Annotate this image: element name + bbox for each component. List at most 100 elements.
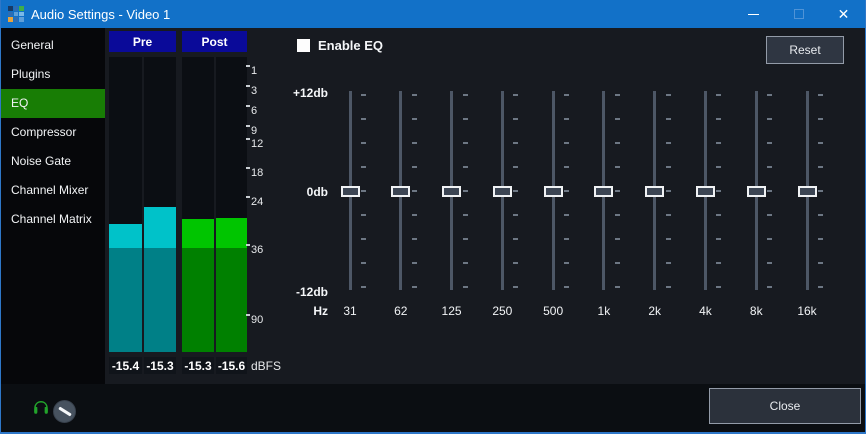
scale-tick-icon xyxy=(246,65,250,67)
maximize-icon xyxy=(794,9,804,19)
eq-slider-tick xyxy=(361,238,366,240)
app-logo-icon xyxy=(8,6,24,22)
scale-tick-icon xyxy=(246,138,250,140)
app-logo-tile xyxy=(14,17,19,22)
eq-slider-tick xyxy=(564,190,569,192)
headphone-volume-knob[interactable] xyxy=(53,400,76,423)
eq-slider-handle-125[interactable] xyxy=(442,186,461,197)
eq-slider-tick xyxy=(412,94,417,96)
meter-scale-mark-36: 36 xyxy=(246,243,263,256)
minimize-button[interactable] xyxy=(731,0,776,28)
meter-bar-dark-segment xyxy=(109,248,142,352)
meter-bar-bright-segment xyxy=(216,218,247,248)
eq-slider-handle-31[interactable] xyxy=(341,186,360,197)
scale-number: 6 xyxy=(251,106,257,117)
eq-slider-tick xyxy=(361,286,366,288)
eq-slider-tick xyxy=(564,286,569,288)
meter-scale-mark-1: 1 xyxy=(246,64,257,77)
eq-slider-tick xyxy=(564,94,569,96)
meter-peak-value: -15.3 xyxy=(182,357,214,374)
level-meter-pre-ch1 xyxy=(109,57,142,352)
eq-slider-tick xyxy=(615,118,620,120)
sidebar-item-plugins[interactable]: Plugins xyxy=(1,60,105,89)
eq-slider-tick xyxy=(767,118,772,120)
eq-slider-tick xyxy=(513,238,518,240)
eq-slider-handle-250[interactable] xyxy=(493,186,512,197)
eq-slider-tick xyxy=(615,286,620,288)
eq-slider-tick xyxy=(361,94,366,96)
eq-slider-tick xyxy=(412,166,417,168)
eq-slider-tick xyxy=(767,94,772,96)
eq-slider-tick xyxy=(818,94,823,96)
eq-slider-tick xyxy=(818,214,823,216)
eq-slider-handle-2k[interactable] xyxy=(645,186,664,197)
eq-slider-handle-16k[interactable] xyxy=(798,186,817,197)
eq-slider-tick xyxy=(361,142,366,144)
scale-number: 24 xyxy=(251,197,263,208)
eq-slider-tick xyxy=(564,142,569,144)
eq-freq-unit-label: Hz xyxy=(238,305,328,317)
eq-freq-label-2k: 2k xyxy=(633,305,677,317)
sidebar-item-eq[interactable]: EQ xyxy=(1,89,105,118)
eq-slider-tick xyxy=(666,190,671,192)
eq-slider-tick xyxy=(666,118,671,120)
eq-slider-handle-1k[interactable] xyxy=(594,186,613,197)
eq-slider-tick xyxy=(615,214,620,216)
eq-slider-tick xyxy=(767,142,772,144)
app-logo-tile xyxy=(19,12,24,17)
sidebar-item-noise-gate[interactable]: Noise Gate xyxy=(1,147,105,176)
eq-slider-tick xyxy=(666,94,671,96)
app-logo-tile xyxy=(8,17,13,22)
eq-slider-tick xyxy=(463,214,468,216)
eq-slider-tick xyxy=(412,190,417,192)
eq-slider-tick xyxy=(513,94,518,96)
eq-slider-tick xyxy=(716,286,721,288)
meter-bar-bright-segment xyxy=(182,219,214,248)
headphones-icon[interactable] xyxy=(32,398,50,419)
eq-freq-label-4k: 4k xyxy=(683,305,727,317)
eq-freq-label-1k: 1k xyxy=(582,305,626,317)
eq-slider-tick xyxy=(818,286,823,288)
eq-slider-tick xyxy=(666,238,671,240)
eq-slider-tick xyxy=(463,238,468,240)
eq-slider-tick xyxy=(412,142,417,144)
eq-slider-tick xyxy=(767,166,772,168)
eq-slider-tick xyxy=(666,166,671,168)
reset-button[interactable]: Reset xyxy=(766,36,844,64)
meter-scale-mark-18: 18 xyxy=(246,166,263,179)
eq-slider-tick xyxy=(666,142,671,144)
dbfs-unit-label: dBFS xyxy=(251,359,281,373)
eq-slider-handle-8k[interactable] xyxy=(747,186,766,197)
sidebar-item-compressor[interactable]: Compressor xyxy=(1,118,105,147)
eq-slider-tick xyxy=(818,262,823,264)
sidebar-item-channel-matrix[interactable]: Channel Matrix xyxy=(1,205,105,234)
meter-peak-value: -15.6 xyxy=(216,357,247,374)
meter-scale-mark-9: 9 xyxy=(246,124,257,137)
eq-slider-tick xyxy=(564,262,569,264)
scale-number: 1 xyxy=(251,66,257,77)
close-button[interactable]: Close xyxy=(709,388,861,424)
scale-number: 18 xyxy=(251,168,263,179)
eq-slider-tick xyxy=(615,94,620,96)
scale-tick-icon xyxy=(246,167,250,169)
meter-bar-dark-segment xyxy=(182,248,214,352)
eq-slider-tick xyxy=(666,262,671,264)
sidebar-item-channel-mixer[interactable]: Channel Mixer xyxy=(1,176,105,205)
eq-axis-zero-label: 0db xyxy=(238,186,328,198)
eq-slider-handle-4k[interactable] xyxy=(696,186,715,197)
maximize-button[interactable] xyxy=(776,0,821,28)
eq-slider-handle-500[interactable] xyxy=(544,186,563,197)
app-logo-tile xyxy=(19,6,24,11)
eq-slider-tick xyxy=(412,238,417,240)
eq-slider-tick xyxy=(463,94,468,96)
close-window-button[interactable]: ✕ xyxy=(821,0,866,28)
sidebar-item-general[interactable]: General xyxy=(1,31,105,60)
minimize-icon xyxy=(748,14,759,15)
eq-slider-tick xyxy=(463,262,468,264)
eq-slider-tick xyxy=(666,214,671,216)
eq-freq-label-125: 125 xyxy=(430,305,474,317)
enable-eq-checkbox[interactable] xyxy=(297,39,310,52)
app-logo-tile xyxy=(19,17,24,22)
eq-slider-handle-62[interactable] xyxy=(391,186,410,197)
eq-slider-tick xyxy=(716,142,721,144)
